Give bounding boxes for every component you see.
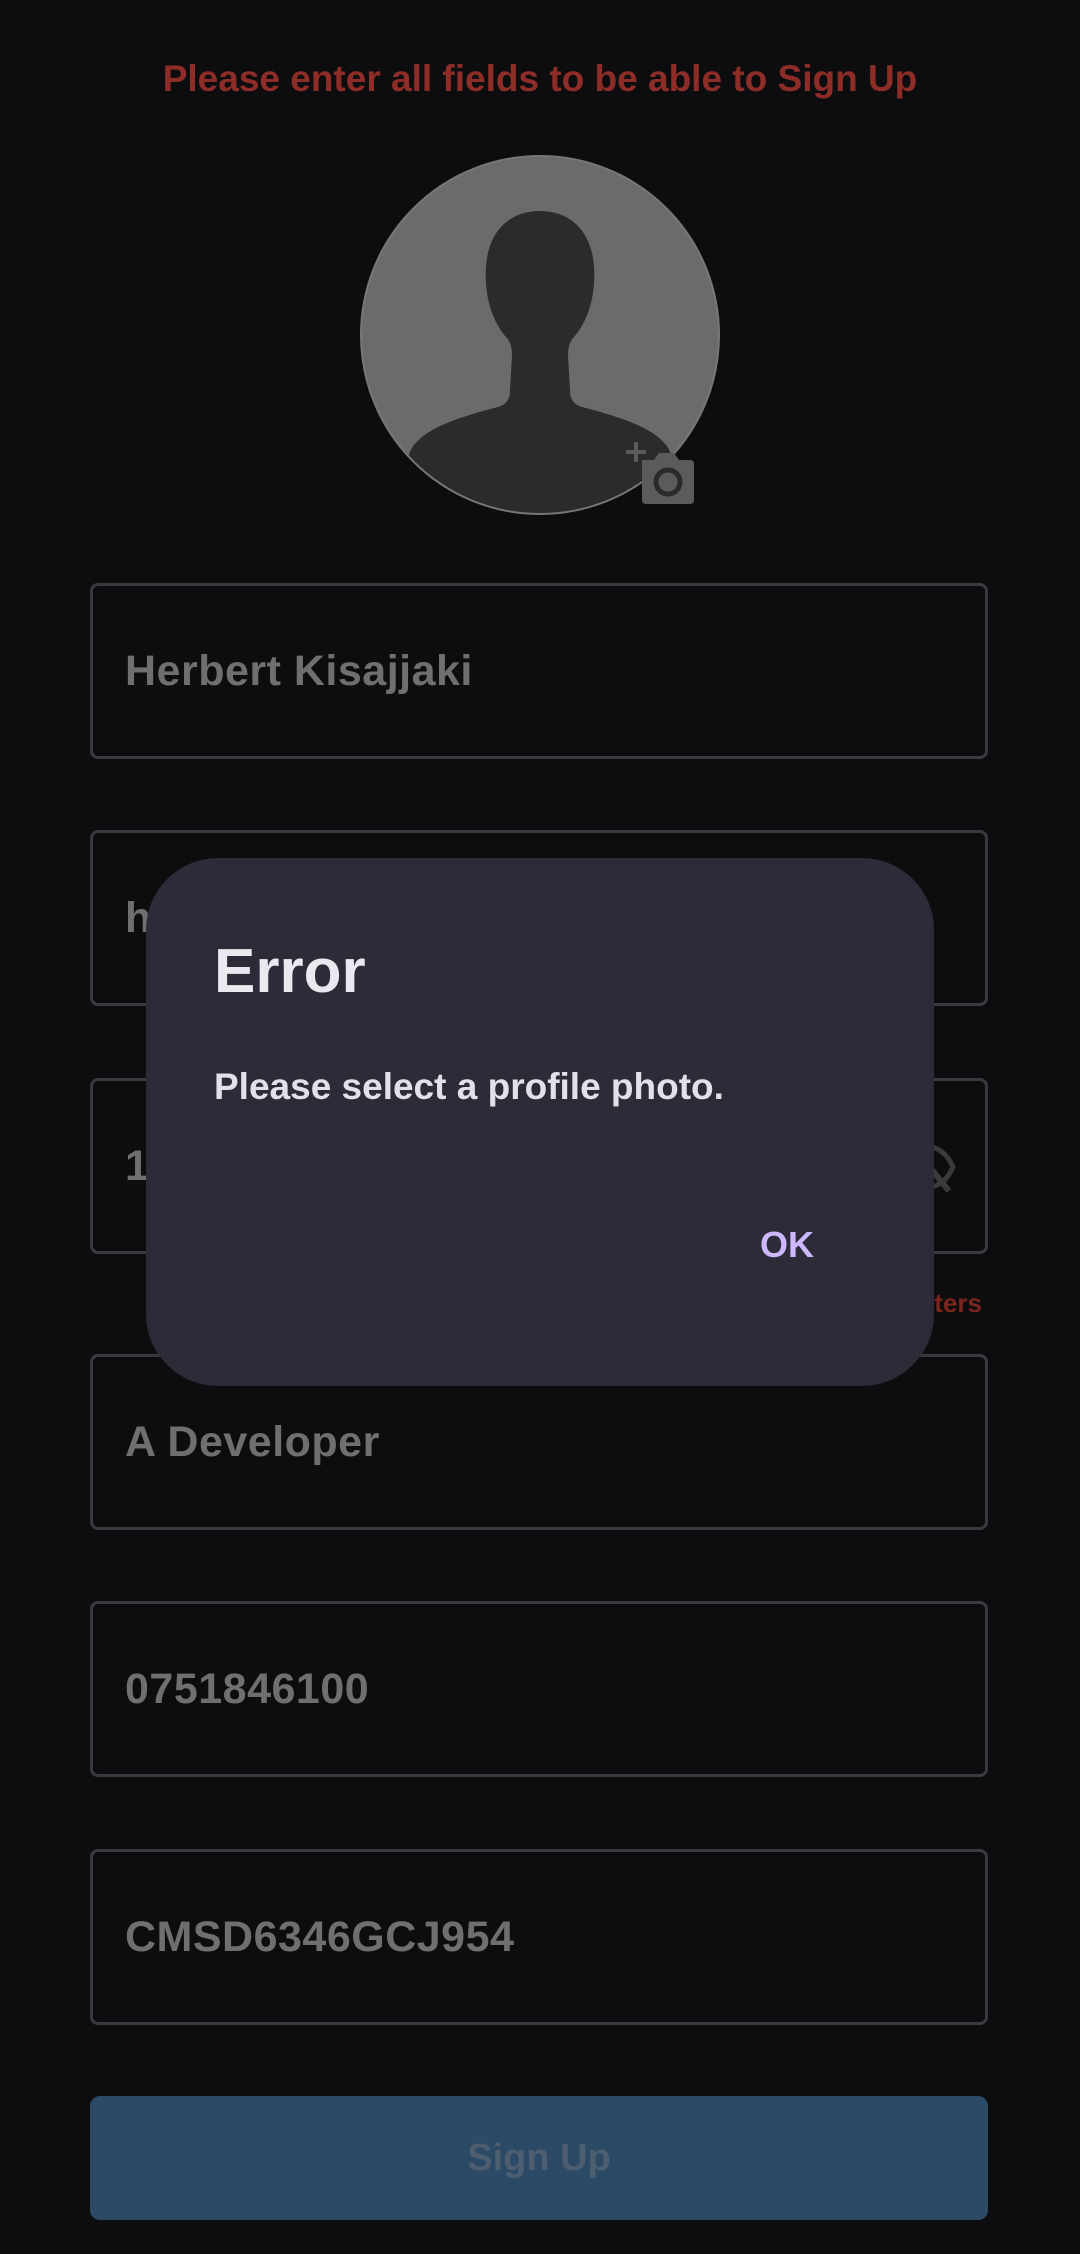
dialog-title: Error	[214, 937, 366, 1006]
password-helper-text: ters	[934, 1288, 982, 1318]
phone-field[interactable]: 0751846100	[90, 1601, 988, 1777]
signup-screen: Please enter all fields to be able to Si…	[0, 0, 1080, 2254]
add-photo-icon	[626, 442, 694, 504]
name-field[interactable]: Herbert Kisajjaki	[90, 583, 988, 759]
error-dialog: Error Please select a profile photo. OK	[146, 858, 934, 1386]
phone-field-value: 0751846100	[125, 1664, 370, 1713]
sign-up-button[interactable]: Sign Up	[90, 2096, 988, 2220]
name-field-value: Herbert Kisajjaki	[125, 646, 473, 695]
form-error-message: Please enter all fields to be able to Si…	[162, 58, 918, 99]
id-number-field-value: CMSD6346GCJ954	[125, 1912, 515, 1961]
id-number-field[interactable]: CMSD6346GCJ954	[90, 1849, 988, 2025]
add-photo-button[interactable]	[624, 440, 694, 510]
dialog-ok-button[interactable]: OK	[760, 1224, 814, 1266]
dialog-message: Please select a profile photo.	[214, 1066, 724, 1107]
